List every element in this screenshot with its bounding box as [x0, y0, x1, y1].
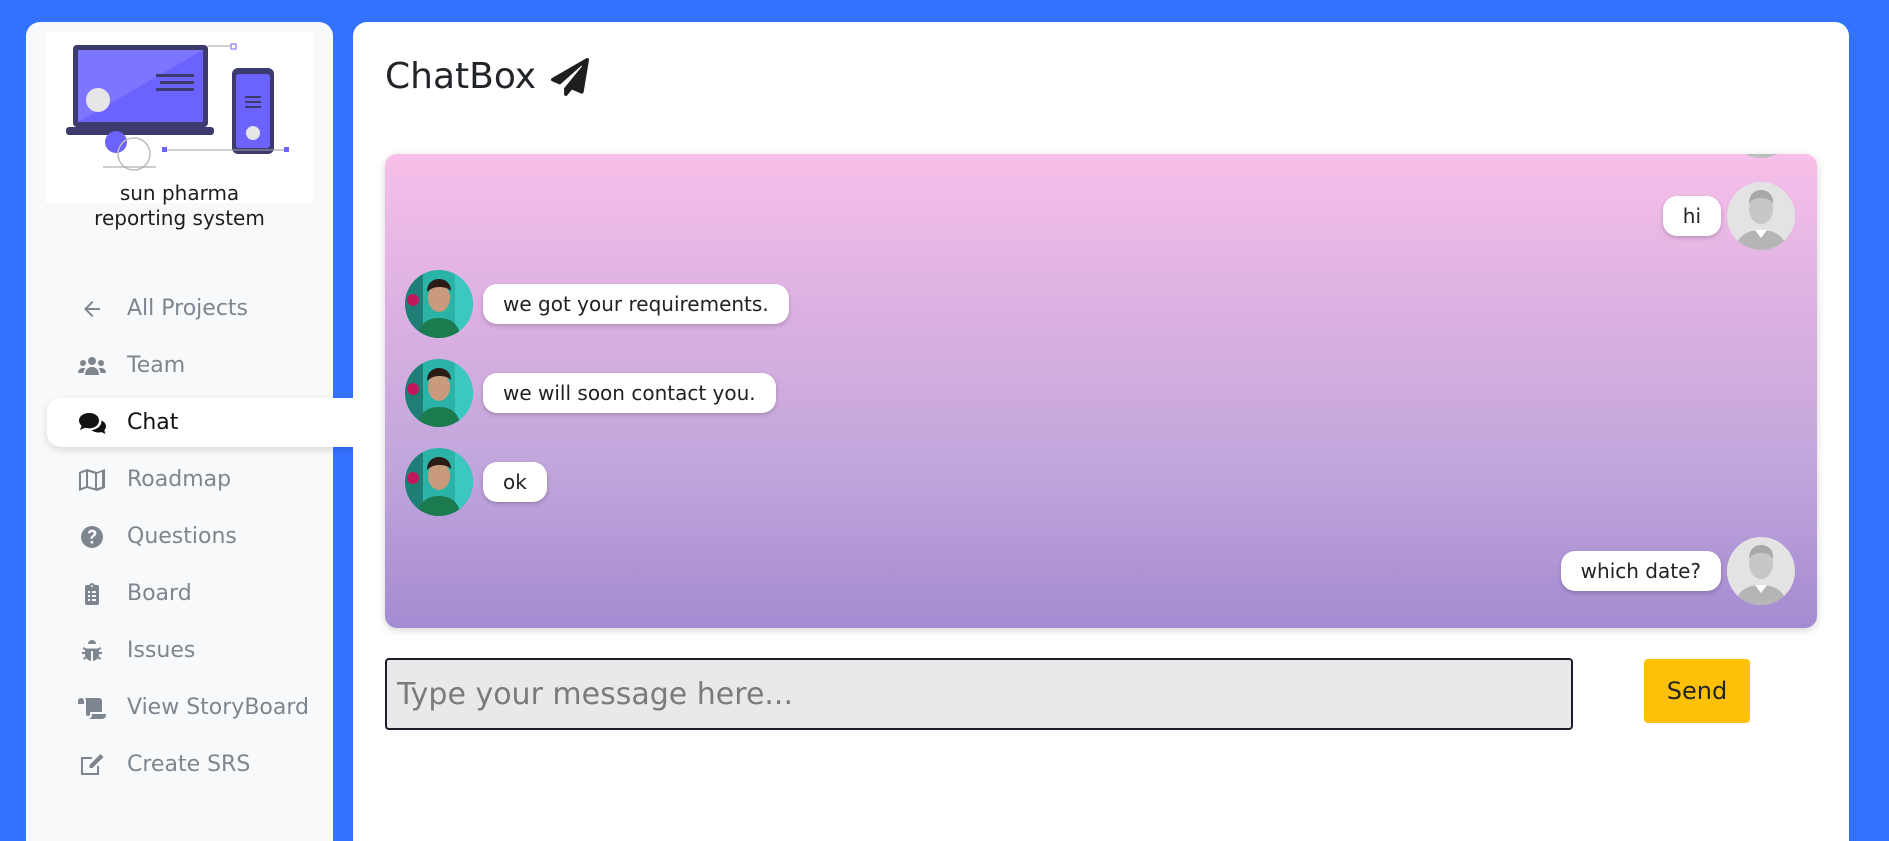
team-member-avatar — [405, 448, 473, 516]
message-row: which date? — [1560, 537, 1795, 605]
scroll-icon — [77, 695, 107, 721]
sidebar-item-label: Chat — [127, 410, 179, 435]
sidebar-item-all-projects[interactable]: All Projects — [47, 284, 357, 333]
arrow-left-icon — [77, 296, 107, 322]
team-member-avatar — [405, 270, 473, 338]
comments-icon — [77, 410, 107, 436]
send-button[interactable]: Send — [1644, 659, 1750, 723]
sidebar-item-label: Team — [127, 353, 186, 378]
avatar — [1727, 154, 1795, 158]
message-row: we got your requirements. — [405, 270, 789, 338]
message-bubble: ok — [483, 462, 547, 502]
team-member-avatar — [405, 359, 473, 427]
chat-messages[interactable]: hi we got your requirements. we will soo… — [385, 154, 1817, 628]
clipboard-icon — [77, 581, 107, 607]
paper-plane-icon — [551, 57, 590, 96]
main-panel: ChatBox hi we got your requirements. we … — [353, 22, 1849, 841]
users-icon — [77, 353, 107, 379]
sidebar-item-label: Roadmap — [127, 467, 232, 492]
message-input[interactable] — [385, 658, 1573, 730]
sidebar-item-roadmap[interactable]: Roadmap — [47, 455, 357, 504]
sidebar-item-view-storyboard[interactable]: View StoryBoard — [47, 683, 357, 732]
sidebar-item-label: Board — [127, 581, 192, 606]
message-row: hi — [1662, 182, 1795, 250]
sidebar-item-create-srs[interactable]: Create SRS — [47, 740, 357, 789]
default-user-avatar — [1727, 537, 1795, 605]
sidebar-item-label: Questions — [127, 524, 237, 549]
sidebar-item-label: All Projects — [127, 296, 248, 321]
sidebar-nav: All Projects Team Chat Roadmap Questions — [47, 284, 357, 797]
edit-icon — [77, 752, 107, 778]
sidebar: sun pharma reporting system All Projects… — [26, 22, 357, 841]
sidebar-item-label: View StoryBoard — [127, 695, 309, 720]
sidebar-item-board[interactable]: Board — [47, 569, 357, 618]
bug-icon — [77, 638, 107, 664]
page-title: ChatBox — [385, 56, 590, 97]
message-bubble: we got your requirements. — [483, 284, 789, 324]
sidebar-item-questions[interactable]: Questions — [47, 512, 357, 561]
project-name: sun pharma reporting system — [94, 181, 265, 230]
message-bubble: hi — [1662, 196, 1721, 236]
page-title-text: ChatBox — [385, 56, 537, 97]
message-row: we will soon contact you. — [405, 359, 776, 427]
default-user-avatar — [1727, 182, 1795, 250]
sidebar-item-label: Issues — [127, 638, 196, 663]
message-bubble: which date? — [1560, 551, 1721, 591]
message-row: ok — [405, 448, 547, 516]
map-icon — [77, 467, 107, 493]
sidebar-item-team[interactable]: Team — [47, 341, 357, 390]
message-bubble: we will soon contact you. — [483, 373, 776, 413]
project-illustration — [46, 32, 313, 203]
sidebar-item-chat[interactable]: Chat — [47, 398, 357, 447]
sidebar-item-issues[interactable]: Issues — [47, 626, 357, 675]
sidebar-item-label: Create SRS — [127, 752, 251, 777]
question-circle-icon — [77, 524, 107, 550]
